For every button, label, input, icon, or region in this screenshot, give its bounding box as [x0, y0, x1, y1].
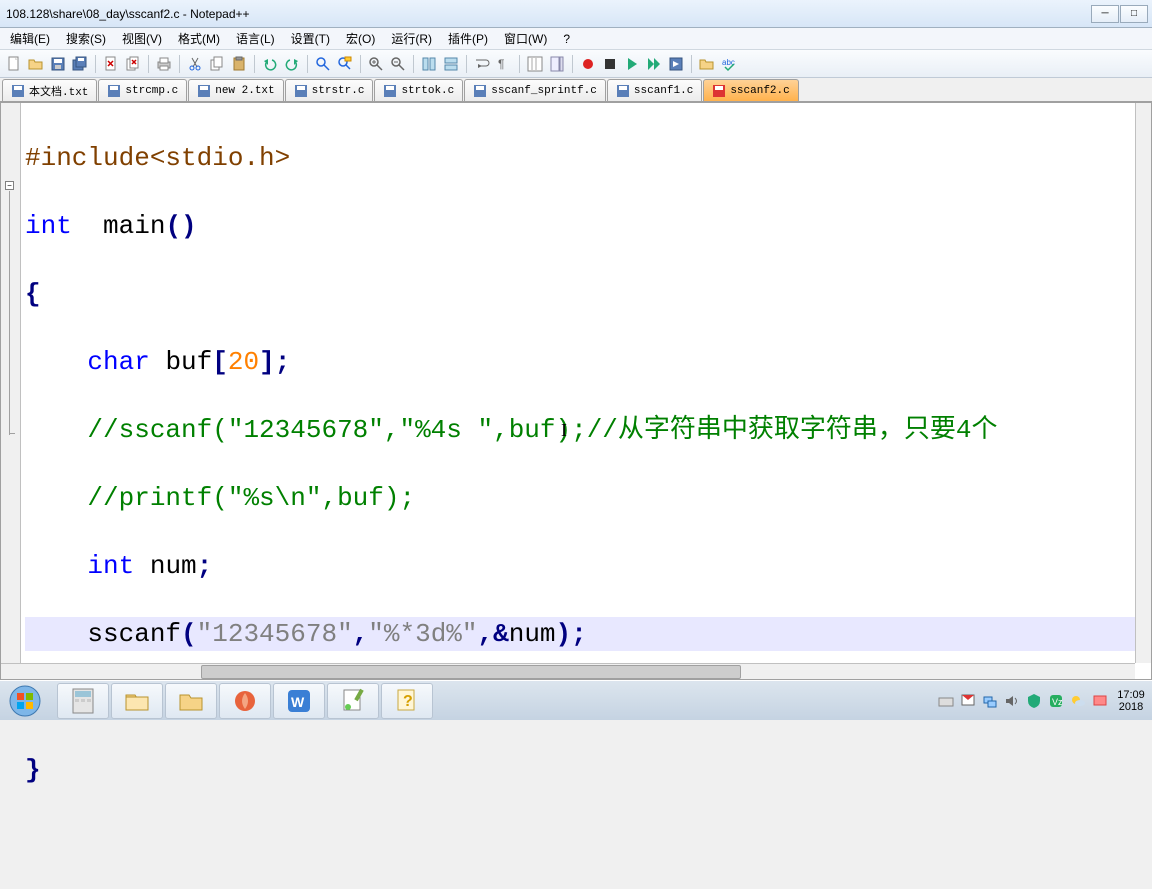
tray-network-icon[interactable]: [982, 693, 998, 709]
window-controls: ─ □ ✕: [1091, 5, 1148, 23]
tray-weather-icon[interactable]: [1070, 693, 1086, 709]
toolbar: ¶ abc: [0, 50, 1152, 78]
maximize-button[interactable]: □: [1120, 5, 1148, 23]
taskbar-explorer[interactable]: [111, 683, 163, 719]
redo-icon[interactable]: [282, 54, 302, 74]
window-title: 108.128\share\08_day\sscanf2.c - Notepad…: [4, 7, 1091, 21]
taskbar: W ? Vz 17:09 2018: [0, 680, 1152, 720]
save-icon[interactable]: [48, 54, 68, 74]
tab-6[interactable]: sscanf1.c: [607, 79, 702, 101]
svg-text:Vz: Vz: [1052, 697, 1063, 707]
cut-icon[interactable]: [185, 54, 205, 74]
vertical-scrollbar[interactable]: [1135, 103, 1151, 663]
scrollbar-thumb[interactable]: [201, 665, 741, 679]
menu-format[interactable]: 格式(M): [170, 28, 228, 49]
undo-icon[interactable]: [260, 54, 280, 74]
tray-clock[interactable]: 17:09 2018: [1114, 689, 1148, 713]
tray-keyboard-icon[interactable]: [938, 693, 954, 709]
record-icon[interactable]: [578, 54, 598, 74]
folder-icon[interactable]: [697, 54, 717, 74]
save-all-icon[interactable]: [70, 54, 90, 74]
wrap-icon[interactable]: [472, 54, 492, 74]
minimize-button[interactable]: ─: [1091, 5, 1119, 23]
save-indicator-icon: [473, 84, 487, 98]
taskbar-app-1[interactable]: [219, 683, 271, 719]
menu-window[interactable]: 窗口(W): [496, 28, 555, 49]
save-indicator-icon: [197, 84, 211, 98]
print-icon[interactable]: [154, 54, 174, 74]
unsaved-indicator-icon: [712, 84, 726, 98]
start-button[interactable]: [1, 683, 55, 719]
menu-bar: 编辑(E) 搜索(S) 视图(V) 格式(M) 语言(L) 设置(T) 宏(O)…: [0, 28, 1152, 50]
tab-4[interactable]: strtok.c: [374, 79, 463, 101]
taskbar-notepadpp[interactable]: [327, 683, 379, 719]
play-multi-icon[interactable]: [644, 54, 664, 74]
zoom-out-icon[interactable]: [388, 54, 408, 74]
menu-edit[interactable]: 编辑(E): [2, 28, 58, 49]
save-indicator-icon: [616, 84, 630, 98]
menu-macro[interactable]: 宏(O): [338, 28, 383, 49]
close-file-icon[interactable]: [101, 54, 121, 74]
tray-app-icon[interactable]: Vz: [1048, 693, 1064, 709]
doc-map-icon[interactable]: [547, 54, 567, 74]
gutter[interactable]: −: [1, 103, 21, 663]
indent-guide-icon[interactable]: [525, 54, 545, 74]
taskbar-explorer-2[interactable]: [165, 683, 217, 719]
svg-text:?: ?: [403, 693, 413, 710]
replace-icon[interactable]: [335, 54, 355, 74]
save-indicator-icon: [294, 84, 308, 98]
paste-icon[interactable]: [229, 54, 249, 74]
tab-1[interactable]: strcmp.c: [98, 79, 187, 101]
tray-msg-icon[interactable]: [1092, 693, 1108, 709]
editor: − #include<stdio.h> int main() { char bu…: [0, 102, 1152, 680]
menu-language[interactable]: 语言(L): [228, 28, 283, 49]
tray-flag-icon[interactable]: [960, 693, 976, 709]
menu-view[interactable]: 视图(V): [114, 28, 170, 49]
save-indicator-icon: [107, 84, 121, 98]
tab-0[interactable]: 本文档.txt: [2, 79, 97, 101]
title-bar: 108.128\share\08_day\sscanf2.c - Notepad…: [0, 0, 1152, 28]
taskbar-wps[interactable]: W: [273, 683, 325, 719]
sync-v-icon[interactable]: [419, 54, 439, 74]
showchars-icon[interactable]: ¶: [494, 54, 514, 74]
menu-help[interactable]: ?: [555, 30, 578, 48]
tab-7[interactable]: sscanf2.c: [703, 79, 798, 101]
copy-icon[interactable]: [207, 54, 227, 74]
tab-bar: 本文档.txt strcmp.c new 2.txt strstr.c strt…: [0, 78, 1152, 102]
text-cursor-icon: I: [561, 413, 567, 447]
save-macro-icon[interactable]: [666, 54, 686, 74]
tab-5[interactable]: sscanf_sprintf.c: [464, 79, 606, 101]
svg-text:¶: ¶: [498, 57, 504, 71]
system-tray: Vz 17:09 2018: [938, 681, 1152, 720]
fold-toggle-icon[interactable]: −: [5, 181, 14, 190]
tray-shield-icon[interactable]: [1026, 693, 1042, 709]
tab-3[interactable]: strstr.c: [285, 79, 374, 101]
sync-h-icon[interactable]: [441, 54, 461, 74]
find-icon[interactable]: [313, 54, 333, 74]
taskbar-help[interactable]: ?: [381, 683, 433, 719]
stop-icon[interactable]: [600, 54, 620, 74]
tray-volume-icon[interactable]: [1004, 693, 1020, 709]
taskbar-calculator[interactable]: [57, 683, 109, 719]
horizontal-scrollbar[interactable]: [1, 663, 1135, 679]
menu-run[interactable]: 运行(R): [383, 28, 440, 49]
menu-settings[interactable]: 设置(T): [283, 28, 338, 49]
spellcheck-icon[interactable]: abc: [719, 54, 739, 74]
save-indicator-icon: [11, 84, 25, 98]
save-indicator-icon: [383, 84, 397, 98]
new-file-icon[interactable]: [4, 54, 24, 74]
close-all-icon[interactable]: [123, 54, 143, 74]
menu-search[interactable]: 搜索(S): [58, 28, 114, 49]
open-file-icon[interactable]: [26, 54, 46, 74]
menu-plugins[interactable]: 插件(P): [440, 28, 496, 49]
code-area[interactable]: #include<stdio.h> int main() { char buf[…: [21, 103, 1151, 663]
svg-text:W: W: [291, 694, 305, 710]
tab-2[interactable]: new 2.txt: [188, 79, 283, 101]
zoom-in-icon[interactable]: [366, 54, 386, 74]
play-icon[interactable]: [622, 54, 642, 74]
